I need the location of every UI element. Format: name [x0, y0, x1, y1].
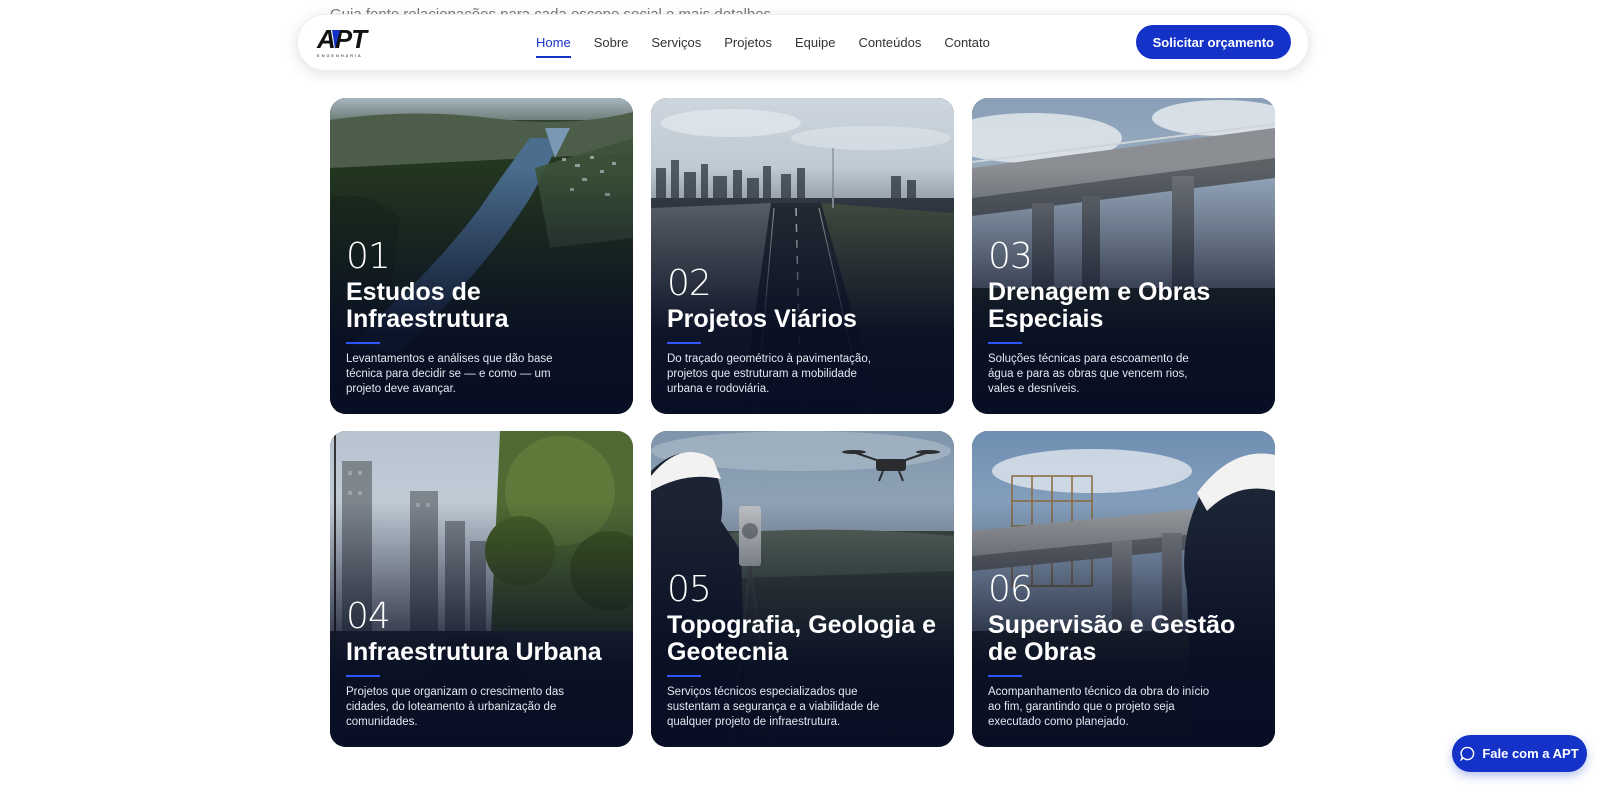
card-number: 02 — [667, 263, 712, 304]
card-title: Projetos Viários — [667, 305, 857, 333]
card-accent-bar — [346, 675, 380, 677]
card-description: Projetos que organizam o crescimento das… — [346, 686, 564, 728]
card-title: Infraestrutura Urbana — [346, 638, 602, 666]
card-title: Drenagem e Obras Especiais — [988, 278, 1211, 333]
card-content: 05 Topografia, Geologia e Geotecnia Serv… — [667, 570, 938, 730]
nav-contato[interactable]: Contato — [944, 15, 990, 70]
card-content: 04 Infraestrutura Urbana Projetos que or… — [346, 597, 617, 730]
service-card-05[interactable]: 05 Topografia, Geologia e Geotecnia Serv… — [651, 431, 954, 747]
service-card-02[interactable]: 02 Projetos Viários Do traçado geométric… — [651, 98, 954, 414]
nav-conteudos[interactable]: Conteúdos — [858, 15, 921, 70]
request-quote-button[interactable]: Solicitar orçamento — [1135, 25, 1291, 59]
card-accent-bar — [988, 342, 1022, 344]
card-content: 06 Supervisão e Gestão de Obras Acompanh… — [988, 570, 1259, 730]
card-number: 04 — [346, 596, 391, 637]
card-accent-bar — [988, 675, 1022, 677]
nav-servicos[interactable]: Serviços — [651, 15, 701, 70]
card-content: 02 Projetos Viários Do traçado geométric… — [667, 264, 938, 397]
card-accent-bar — [346, 342, 380, 344]
card-content: 03 Drenagem e Obras Especiais Soluções t… — [988, 237, 1259, 397]
card-number: 01 — [346, 236, 391, 277]
card-title: Estudos de Infraestrutura — [346, 278, 509, 333]
service-card-06[interactable]: 06 Supervisão e Gestão de Obras Acompanh… — [972, 431, 1275, 747]
card-number: 06 — [988, 569, 1033, 610]
card-number: 03 — [988, 236, 1033, 277]
main-nav: Home Sobre Serviços Projetos Equipe Cont… — [536, 15, 1013, 70]
nav-sobre[interactable]: Sobre — [594, 15, 629, 70]
card-title: Topografia, Geologia e Geotecnia — [667, 611, 937, 666]
apt-logo[interactable]: APT ENGENHARIA — [316, 24, 372, 59]
card-description: Serviços técnicos especializados que sus… — [667, 686, 880, 728]
card-number: 05 — [667, 569, 712, 610]
card-description: Levantamentos e análises que dão base té… — [346, 353, 553, 395]
logo-subtext: ENGENHARIA — [317, 53, 362, 58]
navbar: APT ENGENHARIA Home Sobre Serviços Proje… — [297, 14, 1309, 71]
service-card-01[interactable]: 01 Estudos de Infraestrutura Levantament… — [330, 98, 633, 414]
nav-equipe[interactable]: Equipe — [795, 15, 835, 70]
service-card-04[interactable]: 04 Infraestrutura Urbana Projetos que or… — [330, 431, 633, 747]
card-description: Do traçado geométrico à pavimentação, pr… — [667, 353, 871, 395]
card-title: Supervisão e Gestão de Obras — [988, 611, 1236, 666]
logo-text: APT — [316, 25, 369, 54]
chat-button-label: Fale com a APT — [1482, 746, 1579, 761]
card-description: Soluções técnicas para escoamento de águ… — [988, 353, 1189, 395]
service-card-03[interactable]: 03 Drenagem e Obras Especiais Soluções t… — [972, 98, 1275, 414]
chat-with-apt-button[interactable]: Fale com a APT — [1452, 735, 1587, 772]
nav-projetos[interactable]: Projetos — [724, 15, 772, 70]
card-accent-bar — [667, 342, 701, 344]
nav-home[interactable]: Home — [536, 15, 571, 70]
card-content: 01 Estudos de Infraestrutura Levantament… — [346, 237, 617, 397]
card-description: Acompanhamento técnico da obra do início… — [988, 686, 1210, 728]
card-accent-bar — [667, 675, 701, 677]
chat-bubble-icon — [1460, 746, 1475, 761]
